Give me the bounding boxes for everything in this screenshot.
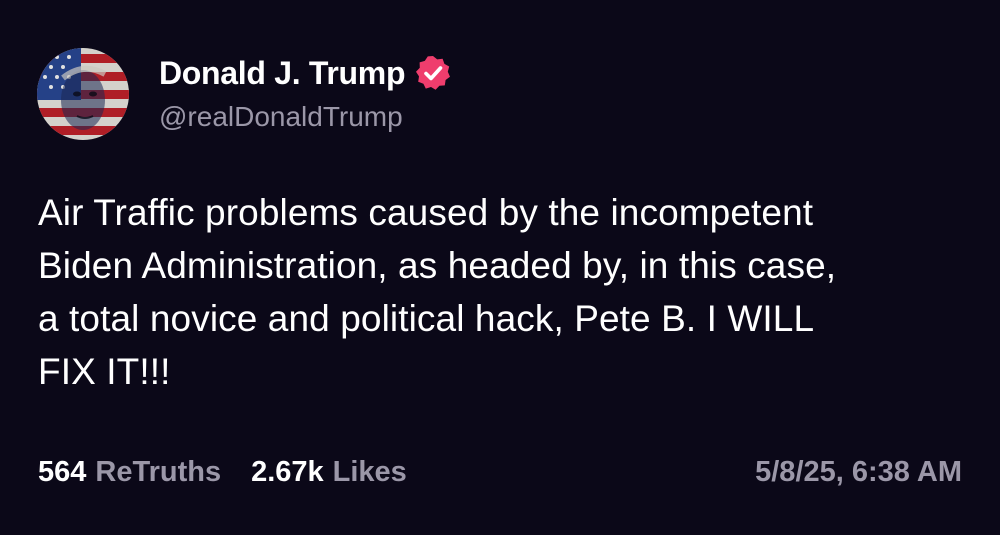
likes-count: 2.67k [251,455,324,488]
post-footer: 564 ReTruths 2.67k Likes 5/8/25, 6:38 AM [38,452,962,492]
verified-badge-icon [414,54,452,92]
display-name[interactable]: Donald J. Trump [159,54,406,92]
avatar[interactable] [37,48,129,140]
name-row: Donald J. Trump [159,54,452,92]
post-header: Donald J. Trump @realDonaldTrump [37,48,452,140]
user-handle[interactable]: @realDonaldTrump [159,100,452,134]
author-identity: Donald J. Trump @realDonaldTrump [159,54,452,134]
post-card: Donald J. Trump @realDonaldTrump Air Tra… [0,0,1000,535]
retruths-label: ReTruths [95,455,222,488]
retruths-count: 564 [38,455,87,488]
post-timestamp[interactable]: 5/8/25, 6:38 AM [755,456,962,489]
likes-label: Likes [332,455,407,488]
retruths-stat[interactable]: 564 ReTruths [38,456,221,489]
post-text: Air Traffic problems caused by the incom… [38,192,837,392]
flag-portrait-avatar-icon [37,48,129,140]
likes-stat[interactable]: 2.67k Likes [251,456,407,489]
